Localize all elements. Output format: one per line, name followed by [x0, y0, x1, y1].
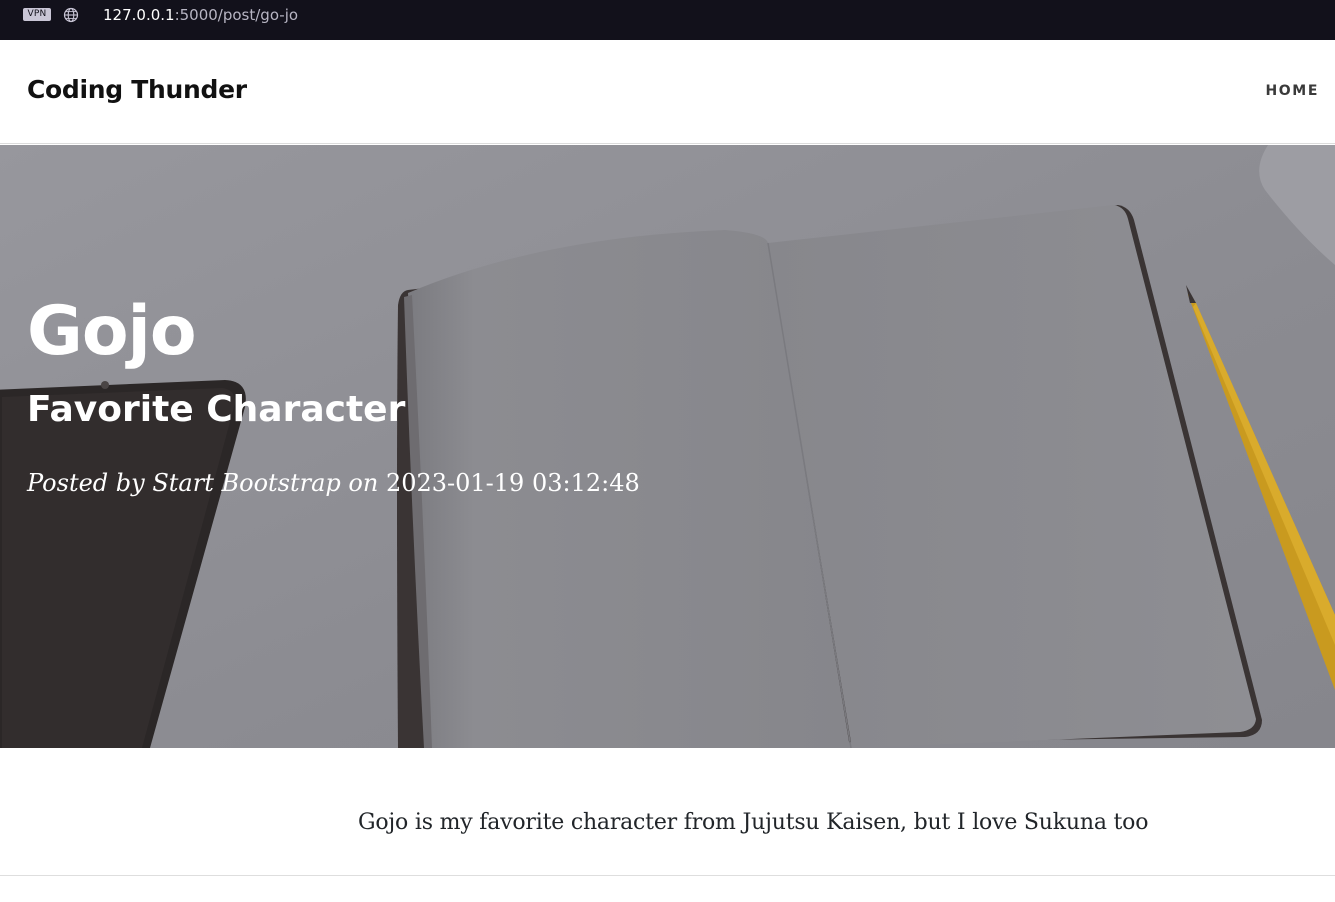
url-path: :5000/post/go-jo — [174, 6, 299, 24]
brand-link[interactable]: Coding Thunder — [27, 75, 247, 104]
author-link[interactable]: Start Bootstrap — [152, 469, 340, 497]
post-meta: Posted by Start Bootstrap on 2023-01-19 … — [27, 467, 640, 499]
url-host: 127.0.0.1 — [103, 6, 175, 24]
post-body-text: Gojo is my favorite character from Jujut… — [358, 810, 1149, 835]
post-header-hero: Gojo Favorite Character Posted by Start … — [0, 145, 1335, 748]
meta-prefix: Posted by — [27, 469, 153, 497]
url-field[interactable]: 127.0.0.1:5000/post/go-jo — [103, 6, 298, 24]
meta-on: on — [340, 469, 386, 497]
hero-background-image — [0, 145, 1335, 748]
browser-address-bar: VPN 127.0.0.1:5000/post/go-jo — [0, 0, 1335, 40]
post-content: Gojo is my favorite character from Jujut… — [0, 748, 1335, 876]
site-navbar: Coding Thunder HOME — [0, 40, 1335, 144]
vpn-badge[interactable]: VPN — [23, 8, 51, 21]
globe-icon[interactable] — [63, 7, 79, 23]
post-date: 2023-01-19 03:12:48 — [385, 469, 640, 497]
nav-home-link[interactable]: HOME — [1265, 83, 1319, 99]
post-subtitle: Favorite Character — [27, 389, 406, 430]
post-title: Gojo — [27, 292, 197, 371]
